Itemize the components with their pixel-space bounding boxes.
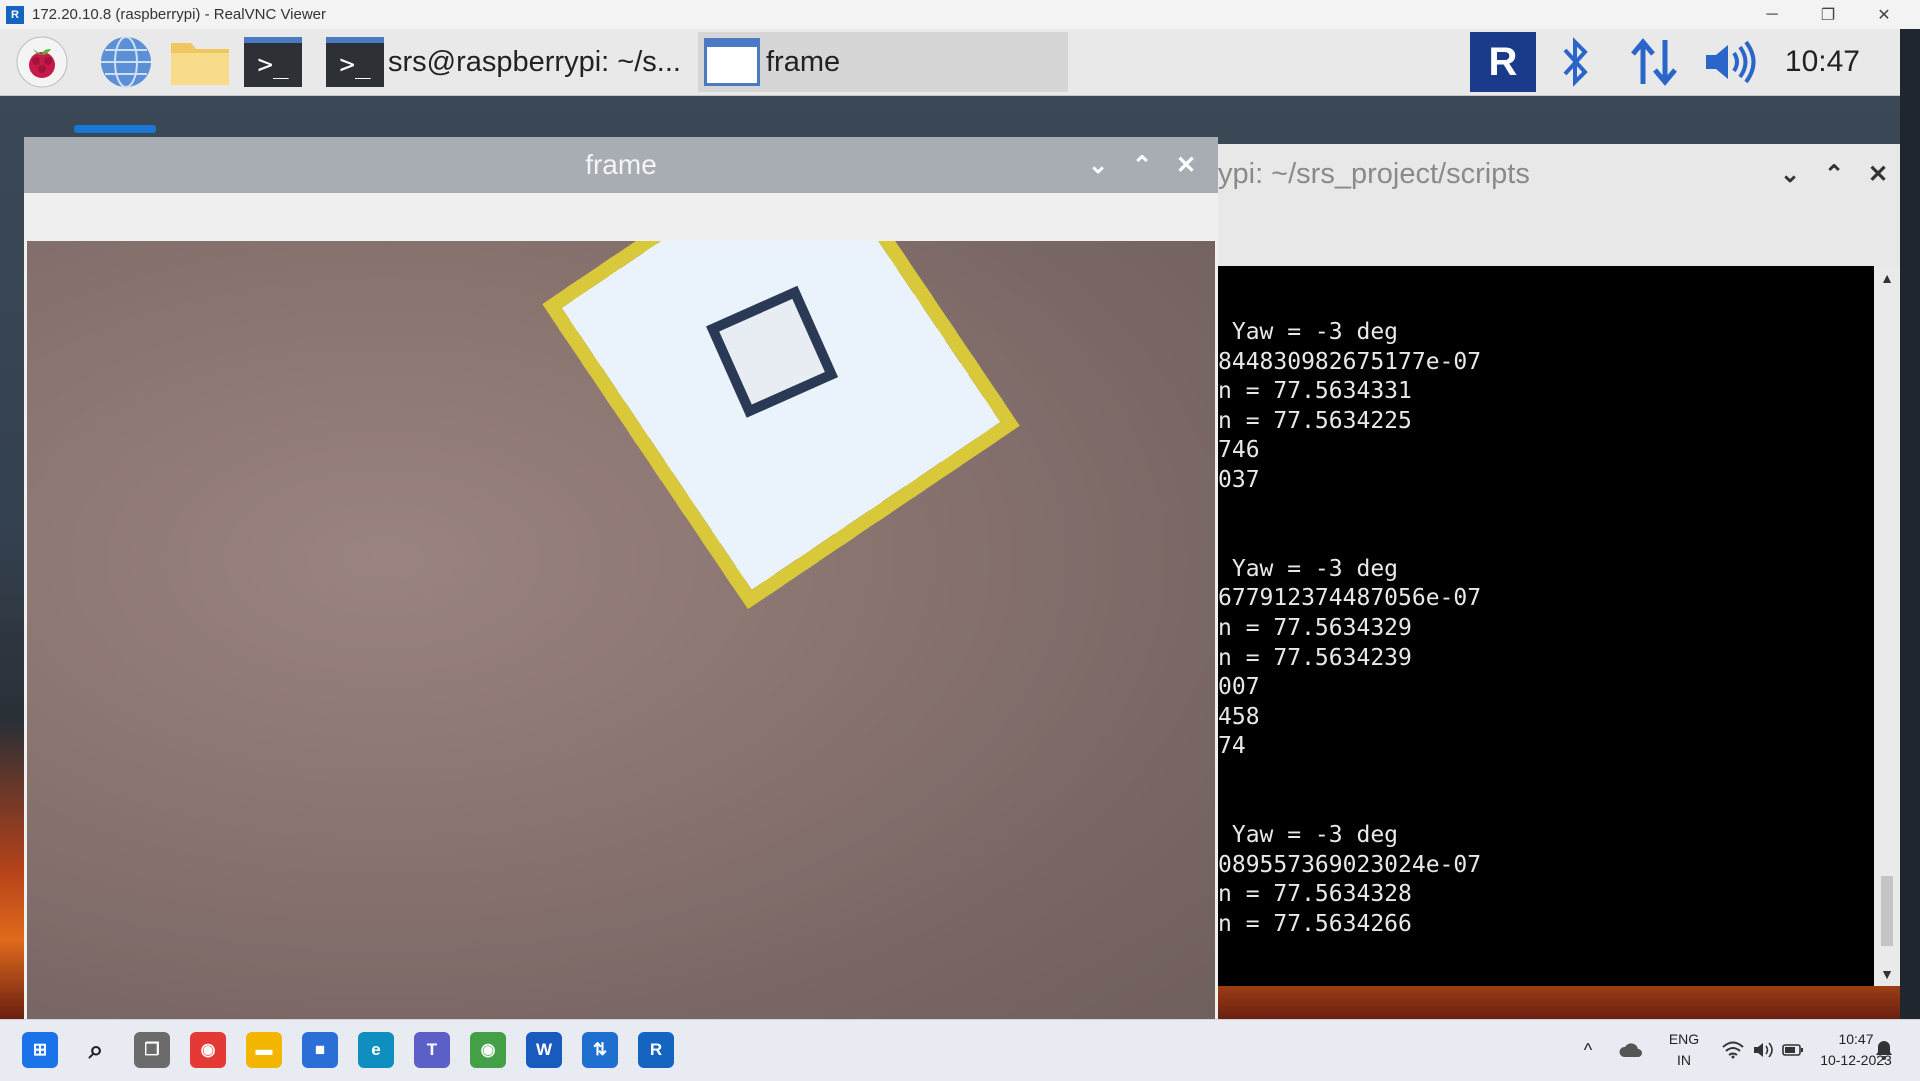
language-indicator[interactable]: ENG bbox=[1660, 1029, 1708, 1049]
minimize-button[interactable]: ⌄ bbox=[1768, 160, 1812, 189]
terminal-line: Yaw = -3 deg bbox=[1218, 555, 1399, 582]
network-transfer-icon[interactable] bbox=[1626, 36, 1682, 88]
frame-window-title: frame bbox=[585, 149, 657, 180]
scrollbar-thumb[interactable] bbox=[1881, 876, 1893, 946]
web-browser-icon[interactable] bbox=[96, 36, 156, 88]
aruco-marker-board bbox=[542, 241, 1020, 610]
workspace-indicator bbox=[74, 125, 156, 133]
taskbar-frame-task[interactable]: frame bbox=[698, 32, 1068, 92]
realvnc-icon: R bbox=[6, 5, 24, 24]
frame-window[interactable]: frame ⌄ ⌃ ✕ bbox=[24, 137, 1218, 1019]
terminal-line: Yaw = -3 deg bbox=[1218, 822, 1399, 849]
close-button[interactable]: ✕ bbox=[1164, 151, 1208, 180]
speaker-icon[interactable] bbox=[1750, 1038, 1776, 1062]
terminal-line: 844830982675177e-07 bbox=[1218, 348, 1482, 375]
vnc-window-title: 172.20.10.8 (raspberrypi) - RealVNC View… bbox=[32, 6, 327, 23]
teams-icon[interactable]: T bbox=[414, 1032, 450, 1068]
task-view-icon[interactable]: ❐ bbox=[134, 1032, 170, 1068]
search-icon[interactable]: ⌕ bbox=[78, 1032, 114, 1068]
battery-icon[interactable] bbox=[1780, 1038, 1806, 1062]
vnc-icon[interactable]: R bbox=[1470, 32, 1536, 92]
close-button[interactable]: ✕ bbox=[1856, 160, 1900, 189]
terminal-line: n = 77.5634225 bbox=[1218, 407, 1412, 434]
raspberry-pi-panel: >_ >_ srs@raspberrypi: ~/s... frame R 10… bbox=[0, 29, 1900, 96]
chrome-profile-icon[interactable]: ◉ bbox=[470, 1032, 506, 1068]
wifi-icon[interactable] bbox=[1720, 1038, 1746, 1062]
terminal-scrollbar[interactable]: ▲ ▼ bbox=[1874, 266, 1900, 986]
chrome-icon[interactable]: ◉ bbox=[190, 1032, 226, 1068]
raspberry-menu-icon[interactable] bbox=[12, 36, 72, 88]
taskbar-terminal-task[interactable]: >_ srs@raspberrypi: ~/s... bbox=[326, 32, 696, 92]
terminal-line: Yaw = -3 deg bbox=[1218, 319, 1399, 345]
task-label: frame bbox=[766, 45, 841, 78]
camera-frame-image bbox=[27, 241, 1215, 1019]
network-app-icon[interactable]: ⇅ bbox=[582, 1032, 618, 1068]
terminal-line: n = 77.5634329 bbox=[1218, 614, 1412, 641]
terminal-window[interactable]: ypi: ~/srs_project/scripts ⌄ ⌃ ✕ Yaw = -… bbox=[1218, 144, 1900, 1014]
file-manager-icon[interactable] bbox=[168, 36, 232, 88]
terminal-menubar bbox=[1218, 204, 1900, 266]
terminal-line: 746 bbox=[1218, 437, 1260, 464]
terminal-line: 677912374487056e-07 bbox=[1218, 585, 1482, 612]
start-button[interactable]: ⊞ bbox=[22, 1032, 58, 1068]
minimize-button[interactable]: ⌄ bbox=[1076, 151, 1120, 180]
terminal-line: n = 77.5634331 bbox=[1218, 378, 1412, 405]
terminal-titlebar[interactable]: ypi: ~/srs_project/scripts ⌄ ⌃ ✕ bbox=[1218, 144, 1900, 204]
word-icon[interactable]: W bbox=[526, 1032, 562, 1068]
terminal-output[interactable]: Yaw = -3 deg 844830982675177e-07 n = 77.56… bbox=[1218, 266, 1874, 986]
maximize-button[interactable]: ⌃ bbox=[1812, 160, 1856, 189]
volume-icon[interactable] bbox=[1700, 36, 1760, 88]
windows-taskbar: ⊞ ⌕ ❐ ◉ ▬ ■ e T ◉ W ⇅ R ^ ENG IN 10:47 10-12-2023 bbox=[0, 1019, 1920, 1081]
terminal-icon: >_ bbox=[326, 37, 384, 87]
terminal-line: n = 77.5634328 bbox=[1218, 881, 1412, 908]
restore-button[interactable]: ❐ bbox=[1800, 0, 1856, 29]
terminal-line: 037 bbox=[1218, 466, 1260, 493]
vnc-viewer-titlebar: R 172.20.10.8 (raspberrypi) - RealVNC Vi… bbox=[0, 0, 1920, 29]
remote-desktop[interactable]: >_ >_ srs@raspberrypi: ~/s... frame R 10… bbox=[0, 29, 1900, 1019]
system-tray: ^ ENG IN 10:47 10-12-2023 bbox=[1560, 1020, 1920, 1081]
terminal-icon[interactable]: >_ bbox=[242, 36, 304, 88]
terminal-window-title: ypi: ~/srs_project/scripts bbox=[1218, 157, 1530, 190]
terminal-line: n = 77.5634266 bbox=[1218, 910, 1412, 937]
minimize-button[interactable]: ─ bbox=[1744, 0, 1800, 29]
close-button[interactable]: ✕ bbox=[1856, 0, 1912, 29]
onedrive-icon[interactable] bbox=[1616, 1038, 1646, 1062]
frame-titlebar[interactable]: frame ⌄ ⌃ ✕ bbox=[24, 137, 1218, 193]
maximize-button[interactable]: ⌃ bbox=[1120, 151, 1164, 180]
scroll-down-arrow[interactable]: ▼ bbox=[1874, 966, 1900, 982]
terminal-line: 458 bbox=[1218, 703, 1260, 730]
edge-icon[interactable]: e bbox=[358, 1032, 394, 1068]
terminal-line: 74 bbox=[1218, 733, 1246, 760]
file-explorer-icon[interactable]: ▬ bbox=[246, 1032, 282, 1068]
task-label: srs@raspberrypi: ~/s... bbox=[388, 45, 681, 78]
notification-bell-icon[interactable] bbox=[1872, 1038, 1896, 1062]
terminal-line: 089557369023024e-07 bbox=[1218, 851, 1482, 878]
terminal-line: n = 77.5634239 bbox=[1218, 644, 1412, 671]
bluetooth-icon[interactable] bbox=[1550, 36, 1600, 88]
microsoft-store-icon[interactable]: ■ bbox=[302, 1032, 338, 1068]
show-hidden-icons-chevron[interactable]: ^ bbox=[1576, 1038, 1600, 1062]
aruco-marker bbox=[706, 285, 839, 418]
region-indicator[interactable]: IN bbox=[1660, 1050, 1708, 1070]
panel-clock[interactable]: 10:47 bbox=[1785, 29, 1860, 95]
realvnc-taskbar-icon[interactable]: R bbox=[638, 1032, 674, 1068]
terminal-line: 007 bbox=[1218, 674, 1260, 701]
window-icon bbox=[704, 38, 760, 86]
scroll-up-arrow[interactable]: ▲ bbox=[1874, 270, 1900, 286]
